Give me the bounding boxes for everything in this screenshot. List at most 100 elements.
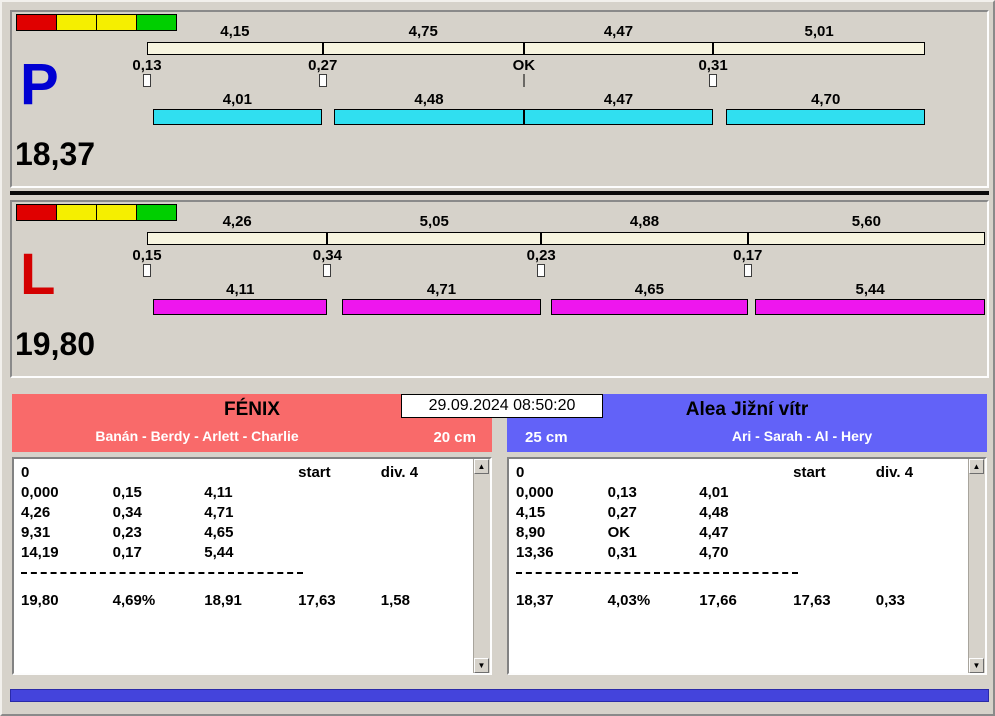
table-separator (516, 572, 798, 574)
change-marker-box (709, 74, 718, 87)
run-time-bar (754, 299, 986, 315)
table-cell: 0,31 (607, 544, 637, 561)
table-cell (113, 464, 205, 484)
arrow-down-icon: ▼ (477, 661, 486, 670)
table-cell: 4,11 (204, 484, 233, 501)
table-row: 0,000 0,15 4,11 (21, 484, 468, 504)
table-cell (298, 484, 381, 504)
run-time-value: 4,71 (426, 281, 457, 298)
left-team-subheader: Banán - Berdy - Arlett - Charlie 20 cm (12, 428, 492, 448)
split-time-value: 4,26 (222, 213, 252, 230)
left-table-scrollbar[interactable]: ▲ ▼ (473, 459, 490, 673)
right-team-subheader: Ari - Sarah - Al - Hery 25 cm (507, 428, 987, 448)
table-cell: 17,63 (298, 592, 336, 609)
split-time-bar (523, 42, 714, 55)
table-cell: 4,65 (204, 524, 234, 541)
split-time-bar (147, 42, 323, 55)
run-time-value: 4,65 (634, 281, 664, 298)
table-row: 0,000 0,13 4,01 (516, 484, 963, 504)
table-cell: 4,70 (699, 544, 729, 561)
table-cell (298, 544, 381, 564)
row-markers (143, 74, 987, 88)
row-split-labels: 4,15 4,75 4,47 5,01 (147, 24, 987, 40)
lane-divider (10, 191, 989, 195)
table-cell (793, 544, 876, 564)
lane-l-timeline: 4,26 5,05 4,88 5,60 0,15 0,34 0,23 0,17 4,11 4,71… (132, 213, 987, 322)
table-cell (381, 504, 468, 524)
table-cell: 9,31 (21, 524, 51, 541)
run-time-bar (152, 109, 323, 125)
table-cell (381, 524, 468, 544)
table-cell (608, 464, 700, 484)
run-time-bar (334, 109, 524, 125)
row-change-labels: 0,15 0,34 0,23 0,17 (132, 247, 987, 264)
split-time-value: 4,88 (629, 213, 660, 230)
right-jump-height-badge: 25 cm (525, 429, 568, 446)
change-time-value: OK (512, 57, 536, 74)
table-cell: 1,58 (380, 592, 410, 609)
status-light-2 (56, 204, 97, 221)
table-cell (793, 484, 876, 504)
table-cell: start (793, 464, 826, 481)
scroll-down-button[interactable]: ▼ (474, 658, 489, 673)
table-cell: OK (607, 524, 631, 541)
lane-p-timeline: 4,15 4,75 4,47 5,01 0,13 0,27 OK 0,31 4,01 4,48 4,… (132, 24, 987, 132)
change-marker-box (537, 264, 546, 277)
table-cell (204, 464, 298, 484)
table-cell (793, 504, 876, 524)
table-row: 4,15 0,27 4,48 (516, 504, 963, 524)
table-row: 14,19 0,17 5,44 (21, 544, 468, 564)
change-time-value: 0,34 (312, 247, 342, 264)
run-time-value: 5,44 (855, 281, 885, 298)
table-cell (699, 464, 793, 484)
row-run-labels: 4,11 4,71 4,65 5,44 (147, 282, 987, 298)
table-cell: 0,33 (875, 592, 905, 609)
lane-l-total-time: 19,80 (15, 326, 96, 362)
table-cell: 0,13 (607, 484, 637, 501)
right-result-table: 0 start div. 4 0,000 0,13 4,01 4,15 0,27 4,48 8,9… (507, 457, 987, 675)
lane-panel-p: P 4,15 4,75 4,47 5,01 0,13 0,27 OK 0,31 4,01 4,48… (10, 10, 989, 188)
right-table-scrollbar[interactable]: ▲ ▼ (968, 459, 985, 673)
scroll-down-button[interactable]: ▼ (969, 658, 984, 673)
left-jump-height-badge: 20 cm (433, 429, 476, 446)
change-marker-box (143, 264, 151, 277)
table-cell: 17,63 (793, 592, 831, 609)
table-cell: 0,27 (607, 504, 637, 521)
run-time-bar (726, 109, 926, 125)
table-cell (381, 484, 468, 504)
run-time-value: 4,01 (222, 91, 252, 108)
table-cell: div. 4 (875, 464, 914, 481)
run-time-bar (341, 299, 542, 315)
left-table-content: 0 start div. 4 0,000 0,15 4,11 4,26 0,34 4,71 9,3… (21, 464, 468, 669)
scroll-up-button[interactable]: ▲ (474, 459, 489, 474)
row-markers (143, 264, 987, 278)
change-time-value: 0,17 (733, 247, 763, 264)
table-cell: div. 4 (380, 464, 419, 481)
table-cell (298, 504, 381, 524)
table-row: 8,90 OK 4,47 (516, 524, 963, 544)
scroll-up-button[interactable]: ▲ (969, 459, 984, 474)
table-cell: 17,66 (699, 592, 737, 609)
table-cell: 8,90 (516, 524, 546, 541)
split-time-bar (147, 232, 328, 245)
split-time-value: 4,75 (408, 23, 438, 40)
change-time-value: 0,15 (132, 247, 162, 264)
status-light-2 (56, 14, 97, 31)
left-result-table: 0 start div. 4 0,000 0,15 4,11 4,26 0,34 4,71 9,3… (12, 457, 492, 675)
change-time-value: 0,31 (698, 57, 728, 74)
split-time-bar (541, 232, 748, 245)
row-run-labels: 4,01 4,48 4,47 4,70 (147, 92, 987, 108)
table-cell (876, 544, 963, 564)
bottom-progress-bar (10, 689, 989, 702)
change-time-value: 0,27 (308, 57, 338, 74)
table-cell: 0,34 (112, 504, 142, 521)
table-cell: 4,03% (607, 592, 651, 609)
table-row: 19,80 4,69% 18,91 17,63 1,58 (21, 592, 468, 612)
left-team-members: Banán - Berdy - Arlett - Charlie (95, 428, 299, 444)
datetime-display: 29.09.2024 08:50:20 (401, 394, 603, 418)
table-cell: 4,01 (699, 484, 729, 501)
change-time-value: 0,13 (132, 57, 162, 74)
split-time-bar (322, 42, 524, 55)
table-cell: 4,71 (204, 504, 234, 521)
arrow-up-icon: ▲ (972, 462, 981, 471)
